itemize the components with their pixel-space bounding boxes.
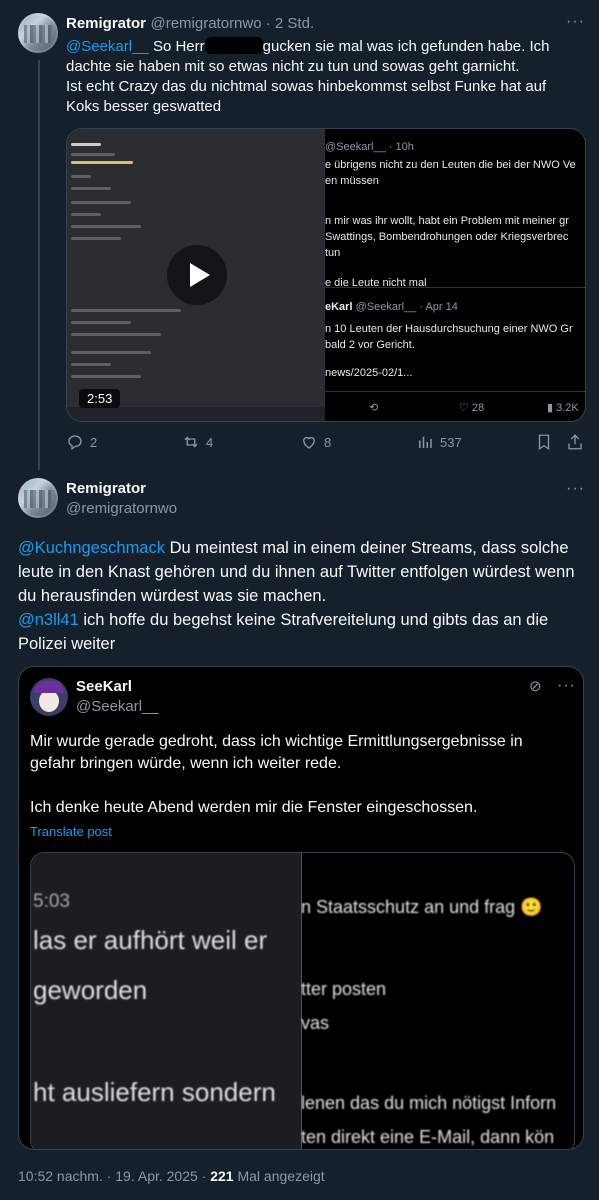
quoted-tweet[interactable]: SeeKarl @Seekarl__ ⊘ ··· Mir wurde gerad… (18, 666, 584, 1150)
share-icon (568, 434, 582, 450)
repost-icon (184, 436, 198, 448)
translate-link[interactable]: Translate post (30, 824, 112, 839)
analytics-icon (419, 436, 432, 448)
bookmark-icon (538, 434, 550, 451)
timestamp[interactable]: 2 Std. (275, 15, 314, 32)
display-name[interactable]: SeeKarl (76, 678, 159, 695)
quote-text: Mir wurde gerade gedroht, dass ich wicht… (30, 733, 523, 816)
more-options-icon[interactable]: ··· (566, 480, 585, 498)
handle[interactable]: @Seekarl__ (76, 698, 159, 715)
grok-icon[interactable]: ⊘ (529, 677, 542, 695)
mention-link[interactable]: @n3ll41 (18, 611, 79, 629)
smiley-emoji-icon: 🙂 (520, 897, 543, 917)
display-name[interactable]: Remigrator (66, 15, 146, 32)
play-icon[interactable] (167, 245, 227, 305)
video-duration: 2:53 (79, 389, 121, 408)
views-count: ▮ 3.2K (547, 402, 579, 414)
main-author: Remigrator @remigratornwo (66, 480, 177, 517)
more-options-icon[interactable]: ··· (557, 677, 576, 695)
share-button[interactable] (566, 433, 584, 451)
timestamp[interactable]: 10:52 nachm. · 19. Apr. 2025 · (18, 1168, 206, 1184)
main-text: @Kuchngeschmack Du meintest mal in einem… (18, 539, 575, 653)
retweet-icon: ⟲ (369, 402, 379, 414)
redaction-bar (204, 37, 263, 54)
like-button[interactable]: 8 (300, 433, 331, 451)
handle[interactable]: @remigratornwo (66, 500, 177, 517)
repost-button[interactable]: 4 (182, 433, 213, 451)
more-options-icon[interactable]: ··· (566, 13, 585, 31)
video-player[interactable]: 2:53 @Seekarl__ · 10h e übrigens nicht z… (66, 128, 586, 422)
views-button[interactable]: 537 (416, 433, 462, 451)
handle[interactable]: @remigratornwo (150, 15, 261, 32)
thread-line (38, 60, 40, 470)
quote-image[interactable]: 5:03 las er aufhört weil er geworden ht … (30, 852, 575, 1149)
bookmark-button[interactable] (535, 433, 553, 451)
display-name[interactable]: Remigrator (66, 480, 177, 497)
mention-link[interactable]: @Kuchngeschmack (18, 539, 165, 557)
reply-text: @Seekarl__ So Herr gucken sie mal was ich… (66, 37, 550, 115)
like-count: ♡ 28 (459, 402, 485, 414)
reply-button[interactable]: 2 (66, 433, 97, 451)
tweet-meta: 10:52 nachm. · 19. Apr. 2025 · 221 Mal a… (18, 1168, 325, 1184)
avatar[interactable] (30, 678, 68, 716)
reply-icon (68, 435, 82, 451)
reply-header: Remigrator @remigratornwo · 2 Std. (66, 15, 315, 32)
video-screenshot: 2:53 (67, 129, 325, 421)
avatar[interactable] (18, 478, 58, 518)
avatar[interactable] (18, 13, 58, 53)
taskbar (67, 407, 325, 421)
view-count: 221 (210, 1168, 234, 1184)
heart-icon (303, 436, 315, 449)
mention-link[interactable]: @Seekarl__ (66, 38, 149, 55)
video-embedded-tweet: @Seekarl__ · 10h e übrigens nicht zu den… (325, 129, 585, 421)
